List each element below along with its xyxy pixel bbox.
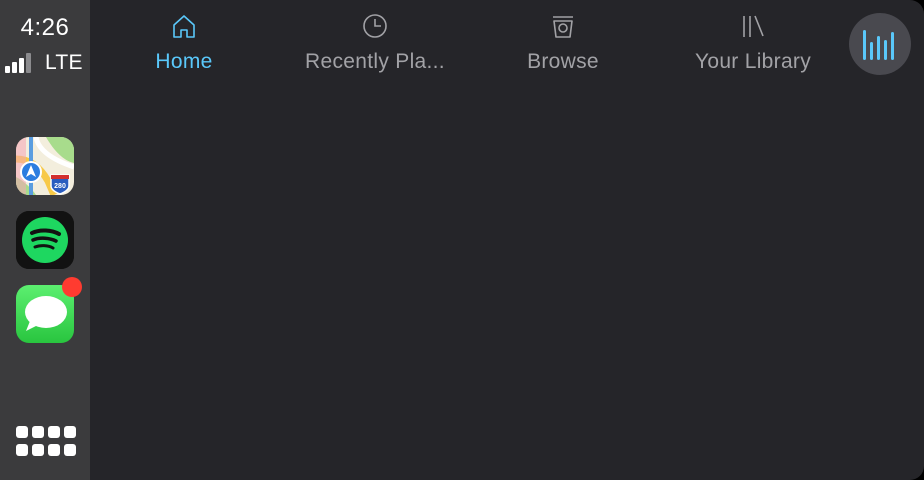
browse-icon [553, 16, 573, 38]
library-icon [743, 15, 764, 37]
tab-recently-played[interactable]: Recently Pla... [290, 0, 460, 86]
tab-home[interactable]: Home [134, 0, 234, 86]
tab-browse[interactable]: Browse [503, 0, 623, 86]
tab-your-library[interactable]: Your Library [673, 0, 833, 86]
network-type: LTE [45, 51, 83, 74]
carplay-dock: 4:26 LTE 280 [0, 0, 90, 480]
now-playing-bars-icon [863, 30, 894, 60]
notification-badge [62, 277, 82, 297]
messages-app-icon[interactable] [16, 277, 82, 343]
app-grid-icon[interactable] [16, 426, 76, 458]
tab-browse-label: Browse [527, 50, 599, 73]
spotify-main-view: Home Recently Pla... Browse Your Library [90, 0, 924, 480]
clock-icon [363, 14, 387, 38]
spotify-app-icon[interactable] [16, 211, 74, 269]
signal-strength-icon [5, 51, 33, 73]
carplay-screen: 4:26 LTE 280 Home Recently Pla... Browse… [0, 0, 924, 480]
tab-home-label: Home [155, 50, 213, 73]
highway-shield-label: 280 [54, 183, 66, 190]
status-time: 4:26 [20, 14, 70, 41]
tab-recently-played-label: Recently Pla... [305, 50, 445, 73]
tab-your-library-label: Your Library [694, 50, 812, 73]
home-icon [173, 15, 195, 38]
maps-app-icon[interactable]: 280 [16, 137, 74, 195]
now-playing-button[interactable] [849, 13, 911, 75]
